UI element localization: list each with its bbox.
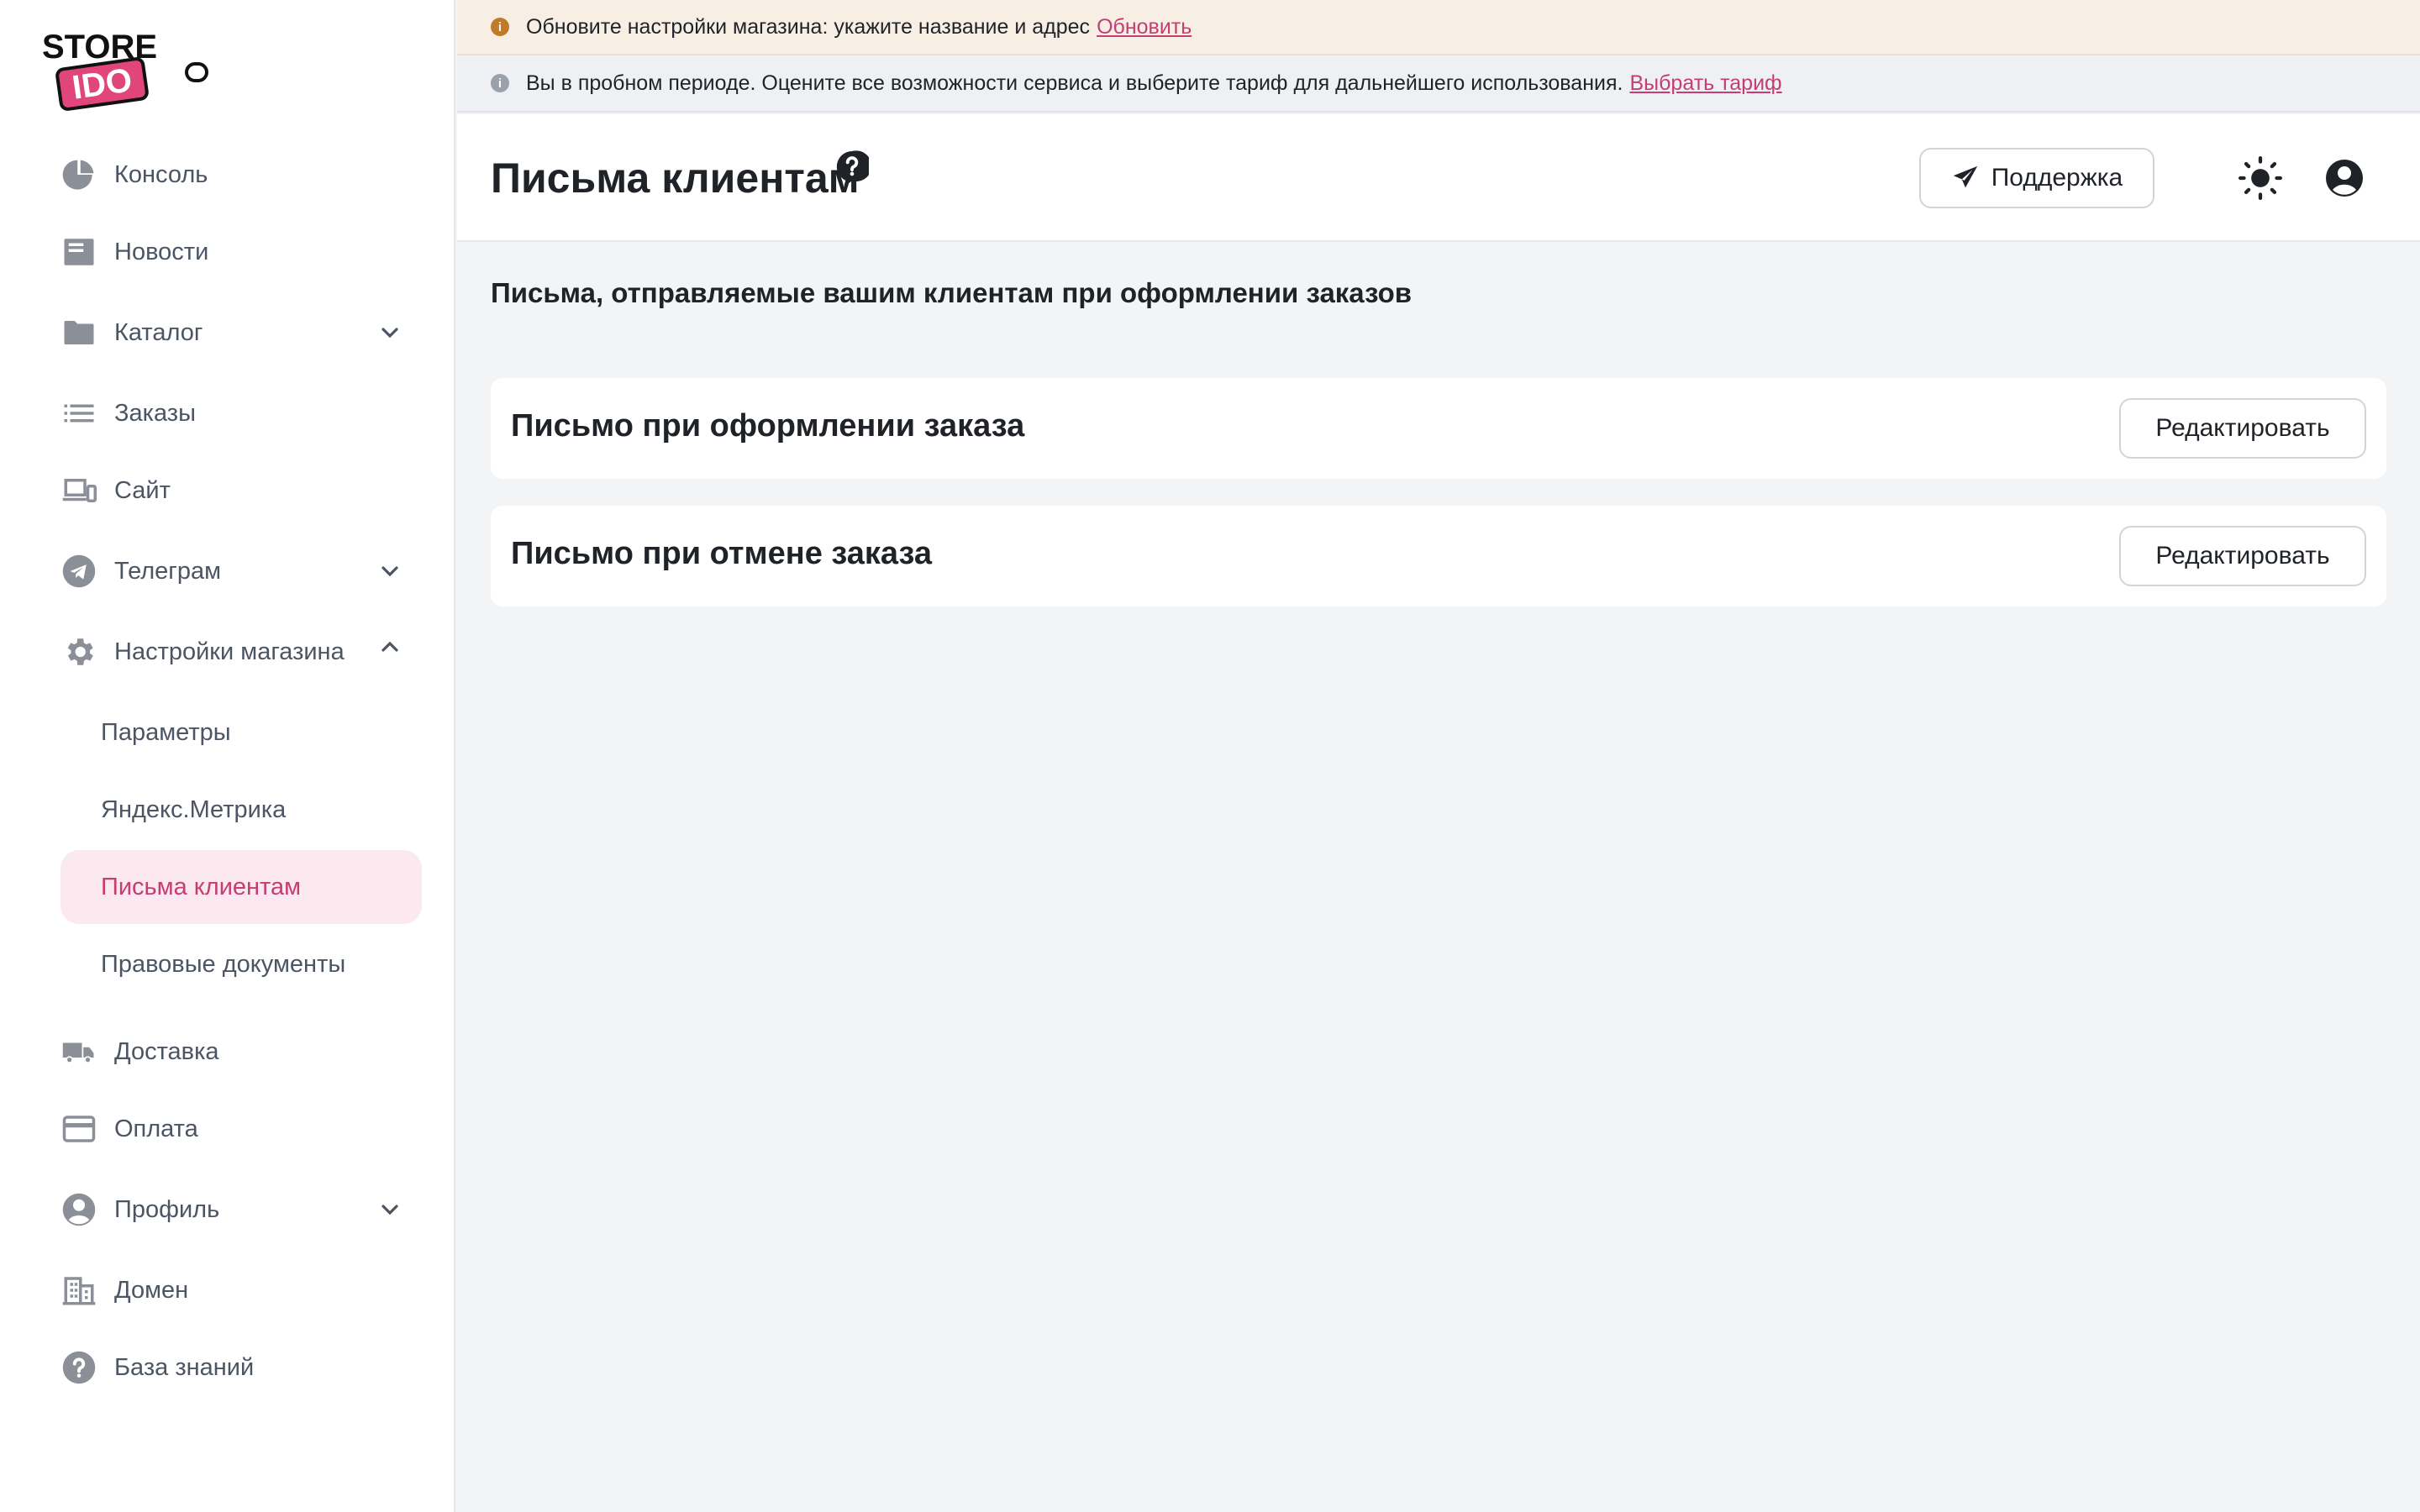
building-icon: [60, 1272, 97, 1309]
sidebar-item-label: Консоль: [114, 160, 208, 188]
support-label: Поддержка: [1991, 164, 2123, 192]
sidebar-item-label: Настройки магазина: [114, 638, 345, 665]
folder-icon: [60, 314, 97, 351]
sidebar-item-label: База знаний: [114, 1353, 255, 1381]
chevron-down-icon[interactable]: [376, 558, 403, 585]
sidebar-item-orders[interactable]: Заказы: [60, 376, 422, 450]
edit-button[interactable]: Редактировать: [2119, 398, 2366, 459]
gear-icon: [60, 633, 97, 670]
info-icon: i: [491, 18, 509, 36]
sidebar-item-payment[interactable]: Оплата: [60, 1092, 422, 1166]
chevron-down-icon[interactable]: [376, 319, 403, 346]
pie-chart-icon: [60, 156, 97, 193]
info-icon: i: [491, 74, 509, 92]
sidebar-item-label: Доставка: [114, 1037, 219, 1065]
chevron-down-icon[interactable]: [376, 1196, 403, 1223]
email-card-order-cancelled: Письмо при отмене заказа Редактировать: [491, 506, 2386, 606]
credit-card-icon: [60, 1110, 97, 1147]
sidebar-subitem-yandex-metrika[interactable]: Яндекс.Метрика: [60, 773, 422, 847]
sidebar-item-domain[interactable]: Домен: [60, 1253, 422, 1327]
user-circle-icon: [60, 1191, 97, 1228]
sidebar-subitem-parameters[interactable]: Параметры: [60, 696, 422, 769]
trial-text: Вы в пробном периоде. Оцените все возмож…: [526, 71, 1623, 95]
sidebar-item-profile[interactable]: Профиль: [60, 1173, 422, 1247]
page-header: Письма клиентам Поддержка: [457, 114, 2420, 242]
email-card-title: Письмо при отмене заказа: [511, 536, 933, 571]
settings-warning-banner: i Обновите настройки магазина: укажите н…: [457, 0, 2420, 55]
support-button[interactable]: Поддержка: [1919, 148, 2154, 208]
paper-plane-icon: [1951, 164, 1980, 192]
sidebar-item-catalog[interactable]: Каталог: [60, 296, 422, 370]
sidebar-subitem-legal-documents[interactable]: Правовые документы: [60, 927, 422, 1001]
list-icon: [60, 395, 97, 432]
sidebar-item-knowledge-base[interactable]: База знаний: [60, 1331, 422, 1404]
email-card-order-placed: Письмо при оформлении заказа Редактирова…: [491, 378, 2386, 479]
question-circle-icon: [60, 1349, 97, 1386]
page-title: Письма клиентам: [491, 155, 860, 202]
sidebar-item-label: Сайт: [114, 476, 171, 504]
sidebar-item-site[interactable]: Сайт: [60, 454, 422, 528]
sidebar-item-label: Заказы: [114, 399, 196, 427]
sidebar-item-store-settings[interactable]: Настройки магазина: [60, 615, 422, 689]
sidebar-subitem-customer-emails[interactable]: Письма клиентам: [60, 850, 422, 924]
logo-hook: [185, 62, 208, 82]
devices-icon: [60, 472, 97, 509]
choose-tariff-link[interactable]: Выбрать тариф: [1629, 71, 1781, 96]
telegram-icon: [60, 553, 97, 590]
sidebar-item-label: Профиль: [114, 1195, 220, 1223]
sidebar-item-telegram[interactable]: Телеграм: [60, 534, 422, 608]
update-settings-link[interactable]: Обновить: [1097, 15, 1192, 39]
sidebar-item-label: Оплата: [114, 1115, 198, 1142]
sidebar-item-delivery[interactable]: Доставка: [60, 1015, 422, 1089]
sidebar-item-label: Домен: [114, 1276, 189, 1304]
account-icon[interactable]: [2324, 158, 2365, 198]
theme-toggle-sun-icon[interactable]: [2238, 156, 2282, 200]
edit-button[interactable]: Редактировать: [2119, 526, 2366, 586]
email-card-title: Письмо при оформлении заказа: [511, 408, 1025, 444]
trial-info-banner: i Вы в пробном периоде. Оцените все возм…: [457, 55, 2420, 113]
sidebar: STORE IDO Консоль Новости Каталог Заказы…: [0, 0, 455, 1512]
store-logo[interactable]: STORE IDO: [40, 29, 208, 113]
newspaper-icon: [60, 234, 97, 270]
warning-text: Обновите настройки магазина: укажите наз…: [526, 14, 1091, 39]
sidebar-item-console[interactable]: Консоль: [60, 138, 422, 212]
chevron-up-icon[interactable]: [376, 633, 403, 660]
section-title: Письма, отправляемые вашим клиентам при …: [491, 277, 1413, 308]
truck-icon: [60, 1033, 97, 1070]
sidebar-item-news[interactable]: Новости: [60, 215, 422, 289]
sidebar-item-label: Каталог: [114, 318, 203, 346]
sidebar-item-label: Телеграм: [114, 557, 222, 585]
sidebar-item-label: Новости: [114, 238, 209, 265]
help-bubble-icon[interactable]: [835, 150, 872, 186]
